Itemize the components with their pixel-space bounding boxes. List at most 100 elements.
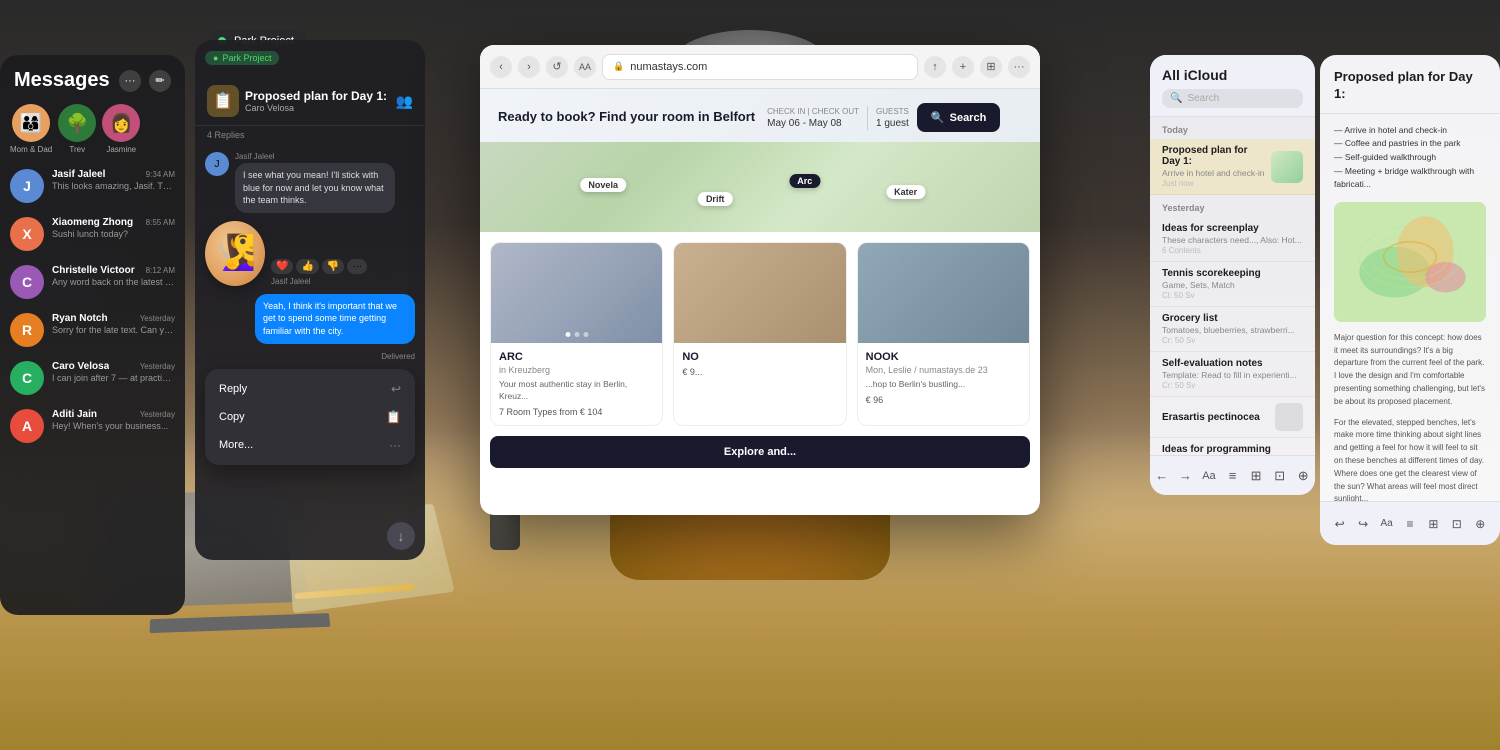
doc-image-svg	[1334, 202, 1486, 322]
browser-url-bar[interactable]: 🔒 numastays.com	[602, 54, 918, 80]
msg-time-ryan: Yesterday	[140, 314, 175, 323]
icloud-forward-button[interactable]: →	[1174, 462, 1198, 490]
doc-more-button[interactable]: ⊕	[1469, 512, 1492, 536]
doc-media-button[interactable]: ⊡	[1445, 512, 1468, 536]
hotel-card-nook[interactable]: NOOK Mon, Leslie / numastays.de 23 ...ho…	[857, 242, 1030, 426]
doc-item-2: — Coffee and pastries in the park	[1334, 137, 1486, 151]
doc-content: — Arrive in hotel and check-in — Coffee …	[1320, 114, 1500, 516]
conversation-xiaomeng[interactable]: X Xiaomeng Zhong 8:55 AM Sushi lunch tod…	[0, 210, 185, 258]
reaction-thumbsdown[interactable]: 👎	[322, 259, 344, 274]
icloud-header: All iCloud 🔍 Search	[1150, 55, 1315, 117]
icloud-note-self-eval[interactable]: Self-evaluation notes Template: Read to …	[1150, 352, 1315, 397]
icloud-more-button[interactable]: ⊕	[1291, 462, 1315, 490]
checkin-field[interactable]: Check In | Check Out May 06 - May 08	[767, 107, 859, 129]
browser-more-button[interactable]: ···	[1008, 56, 1030, 78]
hotel-info-nook: NOOK Mon, Leslie / numastays.de 23 ...ho…	[858, 343, 1029, 413]
avatar-label-jasmine: Jasmine	[106, 145, 136, 154]
explore-button[interactable]: Explore and...	[490, 436, 1030, 468]
avatar-jasmine[interactable]: 👩 Jasmine	[102, 104, 140, 154]
icloud-note-screenplay[interactable]: Ideas for screenplay These characters ne…	[1150, 217, 1315, 262]
icloud-note-tennis[interactable]: Tennis scorekeeping Game, Sets, Match Cl…	[1150, 262, 1315, 307]
msg-content-caro: Caro Velosa Yesterday I can join after 7…	[52, 361, 175, 383]
context-more-icon: ···	[389, 438, 401, 452]
hotel-location-arc: in Kreuzberg	[499, 365, 654, 375]
messages-more-button[interactable]: ···	[119, 70, 141, 92]
doc-table-button[interactable]: ⊞	[1422, 512, 1445, 536]
map-pin-drift[interactable]: Drift	[698, 192, 733, 206]
hotel-card-arc[interactable]: ARC in Kreuzberg Your most authentic sta…	[490, 242, 663, 426]
hotel-name-nook: NOOK	[866, 351, 1021, 363]
browser-tabs-button[interactable]: ⊞	[980, 56, 1002, 78]
avatar-label-trev: Trev	[69, 145, 85, 154]
map-pin-arc[interactable]: Arc	[789, 174, 820, 188]
browser-add-tab-button[interactable]: +	[952, 56, 974, 78]
doc-undo-button[interactable]: ↩	[1328, 512, 1351, 536]
reaction-thumbsup[interactable]: 👍	[296, 259, 318, 274]
browser-reload-button[interactable]: ↺	[546, 56, 568, 78]
hotel-image-nook	[858, 243, 1029, 343]
doc-list-button[interactable]: ≡	[1398, 512, 1421, 536]
reaction-heart[interactable]: ❤️	[271, 259, 293, 274]
avatar-label-mom-dad: Mom & Dad	[10, 145, 52, 154]
messages-compose-button[interactable]: ✏	[149, 70, 171, 92]
sender-label: Caro Velosa	[245, 103, 387, 113]
guests-field[interactable]: Guests 1 guest	[876, 107, 909, 129]
icloud-font-button[interactable]: Aa	[1197, 462, 1221, 490]
doc-font-button[interactable]: Aa	[1375, 512, 1398, 536]
browser-forward-button[interactable]: ›	[518, 56, 540, 78]
conversation-jasif[interactable]: J Jasif Jaleel 9:34 AM This looks amazin…	[0, 162, 185, 210]
doc-redo-button[interactable]: ↪	[1351, 512, 1374, 536]
msg-time-jasif: 9:34 AM	[146, 170, 175, 179]
map-pin-novela[interactable]: Novela	[580, 178, 626, 192]
booking-search-button[interactable]: 🔍 Search	[917, 103, 1000, 132]
icloud-note-grocery[interactable]: Grocery list Tomatoes, blueberries, stra…	[1150, 307, 1315, 352]
hotel-name-arc: ARC	[499, 351, 654, 363]
booking-hero: Ready to book? Find your room in Belfort…	[480, 89, 1040, 142]
icloud-back-button[interactable]: ←	[1150, 462, 1174, 490]
hotel-desc-arc: Your most authentic stay in Berlin, Kreu…	[499, 379, 654, 403]
icloud-list-button[interactable]: ≡	[1221, 462, 1245, 490]
context-more[interactable]: More... ···	[205, 431, 415, 459]
group-members-icon[interactable]: 👥	[396, 93, 413, 110]
icloud-media-button[interactable]: ⊡	[1268, 462, 1292, 490]
chat-message-area: J Jasif Jaleel I see what you mean! I'll…	[195, 144, 425, 560]
chat-bubble-jasif: I see what you mean! I'll stick with blu…	[235, 163, 395, 213]
scroll-to-bottom-button[interactable]: ↓	[387, 522, 415, 550]
browser-share-button[interactable]: ↑	[924, 56, 946, 78]
messages-header: Messages ··· ✏	[0, 55, 185, 100]
delivered-label: Delivered	[205, 352, 415, 361]
context-reply[interactable]: Reply ↩	[205, 375, 415, 403]
hotel-price-arc: 7 Room Types from € 104	[499, 407, 654, 417]
note-title-self-eval: Self-evaluation notes	[1162, 358, 1303, 369]
context-copy-label: Copy	[219, 411, 245, 423]
icloud-note-day1[interactable]: Proposed plan for Day 1: Arrive in hotel…	[1150, 139, 1315, 195]
doc-panel: Proposed plan for Day 1: — Arrive in hot…	[1320, 55, 1500, 545]
avatar-ryan: R	[10, 313, 44, 347]
conversation-christelle[interactable]: C Christelle Victoor 8:12 AM Any word ba…	[0, 258, 185, 306]
icloud-search-bar[interactable]: 🔍 Search	[1162, 89, 1303, 108]
avatar-xiaomeng: X	[10, 217, 44, 251]
browser-toolbar: ‹ › ↺ AA 🔒 numastays.com ↑ + ⊞ ···	[480, 45, 1040, 89]
search-divider	[867, 106, 868, 130]
icloud-toolbar: ← → Aa ≡ ⊞ ⊡ ⊕	[1150, 455, 1315, 495]
icloud-search-placeholder: Search	[1187, 93, 1219, 104]
conversation-caro[interactable]: C Caro Velosa Yesterday I can join after…	[0, 354, 185, 402]
hotel-info-arc: ARC in Kreuzberg Your most authentic sta…	[491, 343, 662, 425]
msg-content-aditi: Aditi Jain Yesterday Hey! When's your bu…	[52, 409, 175, 431]
avatar-mom-dad[interactable]: 👨‍👩‍👦 Mom & Dad	[10, 104, 52, 154]
browser-back-button[interactable]: ‹	[490, 56, 512, 78]
hotel-card-no[interactable]: NO € 9...	[673, 242, 846, 426]
doc-header: Proposed plan for Day 1:	[1320, 55, 1500, 114]
conversation-ryan[interactable]: R Ryan Notch Yesterday Sorry for the lat…	[0, 306, 185, 354]
doc-body-text-1: Major question for this concept: how doe…	[1334, 332, 1486, 409]
context-copy[interactable]: Copy 📋	[205, 403, 415, 431]
booking-search-bar: Check In | Check Out May 06 - May 08 Gue…	[767, 103, 1022, 132]
reader-mode-button[interactable]: AA	[574, 56, 596, 78]
conversation-aditi[interactable]: A Aditi Jain Yesterday Hey! When's your …	[0, 402, 185, 450]
icloud-table-button[interactable]: ⊞	[1244, 462, 1268, 490]
map-pin-kater[interactable]: Kater	[886, 185, 925, 199]
reaction-more[interactable]: ···	[347, 259, 367, 274]
avatar-trev[interactable]: 🌳 Trev	[58, 104, 96, 154]
note-thumbnail-erasartis	[1275, 403, 1303, 431]
icloud-note-erasartis[interactable]: Erasartis pectinocea	[1150, 397, 1315, 438]
